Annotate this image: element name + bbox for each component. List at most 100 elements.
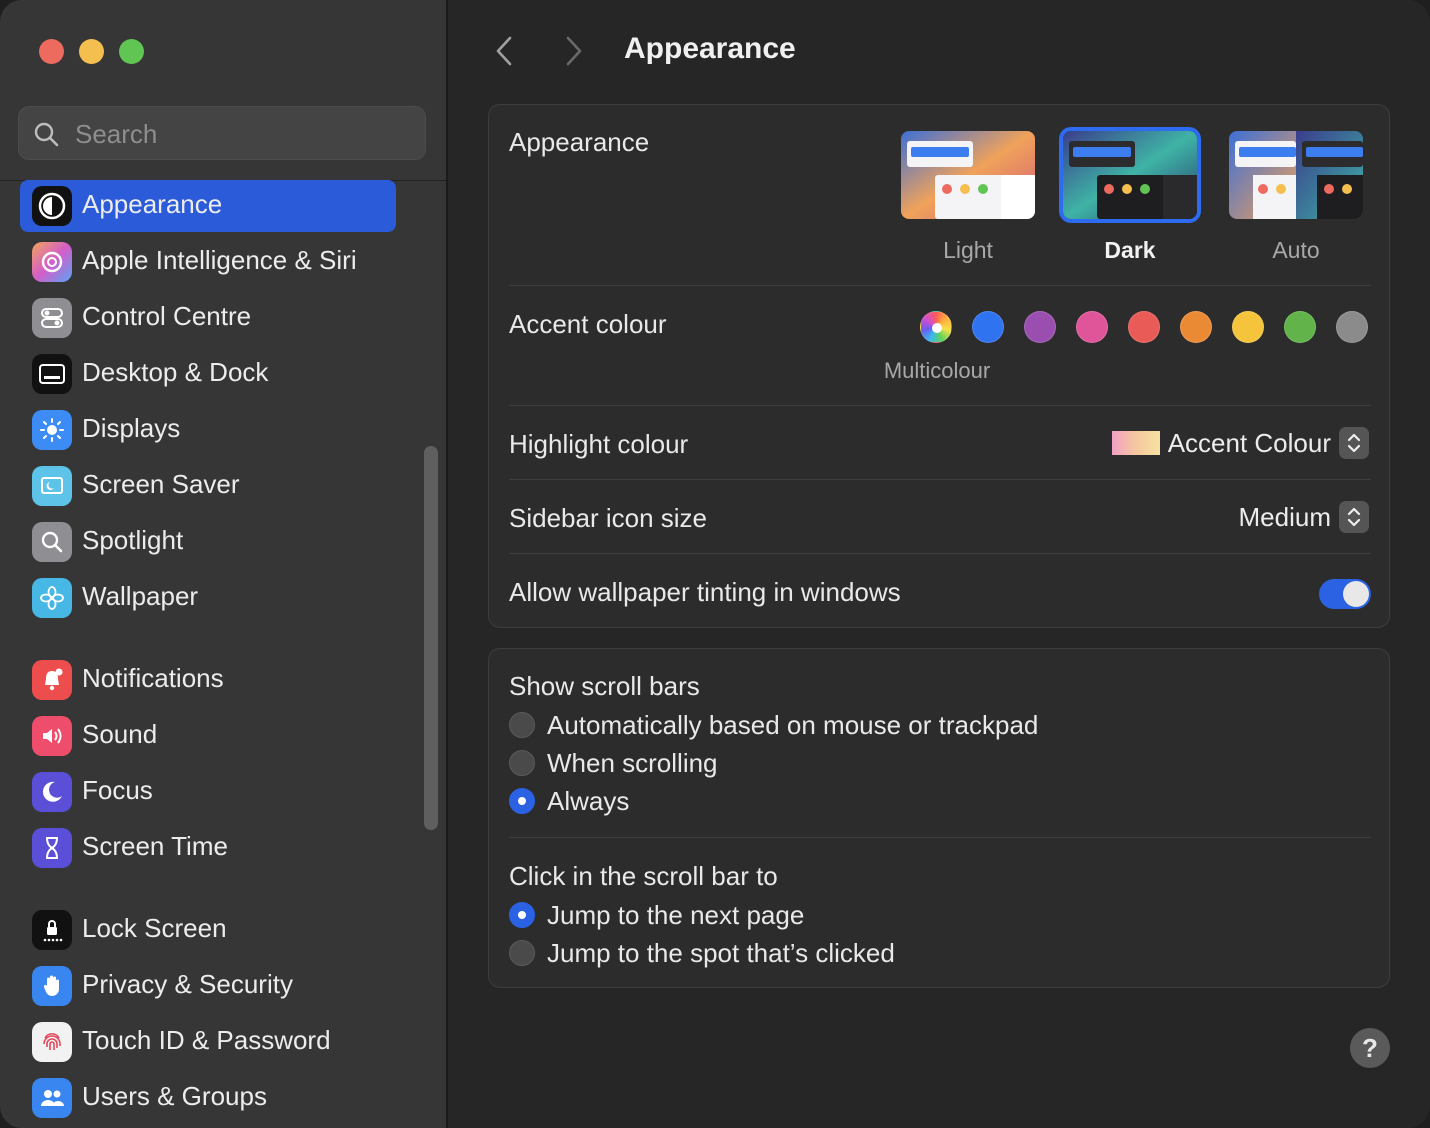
- sidebar-item-label: Notifications: [82, 663, 224, 693]
- mode-light-thumbnail[interactable]: [901, 131, 1035, 219]
- accent-swatch-graphite[interactable]: [1336, 311, 1368, 343]
- search-input[interactable]: [73, 115, 417, 153]
- sidebar-icon-size-popup[interactable]: Medium: [1239, 500, 1369, 534]
- users-icon: [32, 1078, 72, 1118]
- sidebar-item-sound[interactable]: Sound: [20, 710, 396, 762]
- sidebar-item-label: Screen Saver: [82, 469, 240, 499]
- updown-chevron-icon: [1339, 427, 1369, 459]
- highlight-colour-popup[interactable]: Accent Colour: [1111, 426, 1369, 460]
- sidebar-item-lock-screen[interactable]: Lock Screen: [20, 904, 396, 956]
- page-title: Appearance: [624, 32, 796, 65]
- radio-jump-to-spot[interactable]: [509, 940, 535, 966]
- sidebar-item-label: Users & Groups: [82, 1081, 267, 1111]
- sidebar-item-displays[interactable]: Displays: [20, 404, 396, 456]
- sidebar-item-label: Desktop & Dock: [82, 357, 269, 387]
- radio-automatically-label[interactable]: Automatically based on mouse or trackpad: [547, 710, 1038, 741]
- divider: [509, 405, 1371, 406]
- zoom-window-button[interactable]: [119, 39, 144, 64]
- radio-jump-to-spot-label[interactable]: Jump to the spot that’s clicked: [547, 938, 895, 969]
- radio-when-scrolling[interactable]: [509, 750, 535, 776]
- dock-icon: [32, 354, 72, 394]
- sidebar-item-touch-id[interactable]: Touch ID & Password: [20, 1016, 396, 1068]
- settings-window: Appearance Apple Intelligence & Siri Con…: [0, 0, 1430, 1128]
- sidebar-item-label: Touch ID & Password: [82, 1025, 331, 1055]
- accent-swatch-green[interactable]: [1284, 311, 1316, 343]
- highlight-colour-label: Highlight colour: [509, 429, 689, 459]
- sidebar-item-notifications[interactable]: Notifications: [20, 654, 396, 706]
- search-field[interactable]: [18, 106, 426, 160]
- appearance-label: Appearance: [509, 127, 650, 157]
- hand-icon: [32, 966, 72, 1006]
- accent-colour-caption: Multicolour: [883, 358, 991, 383]
- help-button[interactable]: ?: [1350, 1028, 1390, 1068]
- sidebar-scrollbar[interactable]: [424, 446, 438, 830]
- divider: [509, 285, 1371, 286]
- divider: [509, 479, 1371, 480]
- sidebar-item-appearance[interactable]: Appearance: [20, 180, 396, 232]
- toggle-knob: [1343, 581, 1369, 607]
- magnifier-icon: [32, 522, 72, 562]
- speaker-icon: [32, 716, 72, 756]
- mode-auto-label[interactable]: Auto: [1216, 237, 1376, 264]
- mode-dark-label[interactable]: Dark: [1050, 237, 1210, 264]
- wallpaper-tinting-toggle[interactable]: [1319, 579, 1371, 609]
- mode-auto-thumbnail[interactable]: [1229, 131, 1363, 219]
- screen-saver-icon: [32, 466, 72, 506]
- sidebar-icon-size-label: Sidebar icon size: [509, 503, 707, 533]
- forward-chevron-icon[interactable]: [562, 34, 586, 68]
- accent-swatch-multicolour[interactable]: [920, 311, 952, 343]
- radio-jump-next-page[interactable]: [509, 902, 535, 928]
- accent-swatch-purple[interactable]: [1024, 311, 1056, 343]
- radio-always[interactable]: [509, 788, 535, 814]
- radio-jump-next-page-label[interactable]: Jump to the next page: [547, 900, 804, 931]
- sidebar-icon-size-value: Medium: [1238, 501, 1331, 532]
- show-scroll-bars-label: Show scroll bars: [509, 671, 700, 701]
- bell-icon: [32, 660, 72, 700]
- click-scroll-bar-label: Click in the scroll bar to: [509, 861, 778, 891]
- fingerprint-icon: [32, 1022, 72, 1062]
- sidebar-item-focus[interactable]: Focus: [20, 766, 396, 818]
- sidebar-item-label: Apple Intelligence & Siri: [82, 245, 357, 275]
- sidebar-item-label: Sound: [82, 719, 158, 749]
- hourglass-icon: [32, 828, 72, 868]
- sidebar-item-users-groups[interactable]: Users & Groups: [20, 1072, 396, 1124]
- sidebar-item-privacy[interactable]: Privacy & Security: [20, 960, 396, 1012]
- accent-swatch-orange[interactable]: [1180, 311, 1212, 343]
- sidebar-item-label: Displays: [82, 413, 181, 443]
- selected-dot: [932, 323, 942, 333]
- accent-swatch-red[interactable]: [1128, 311, 1160, 343]
- sidebar-item-siri[interactable]: Apple Intelligence & Siri: [20, 236, 396, 288]
- updown-chevron-icon: [1339, 501, 1369, 533]
- sidebar-item-label: Privacy & Security: [82, 969, 293, 999]
- sidebar: Appearance Apple Intelligence & Siri Con…: [0, 0, 448, 1128]
- sidebar-item-label: Wallpaper: [82, 581, 199, 611]
- moon-icon: [32, 772, 72, 812]
- highlight-colour-value: Accent Colour: [1167, 427, 1331, 458]
- accent-swatch-pink[interactable]: [1076, 311, 1108, 343]
- sidebar-item-label: Control Centre: [82, 301, 252, 331]
- flower-icon: [32, 578, 72, 618]
- sidebar-item-label: Appearance: [82, 189, 223, 219]
- sun-icon: [32, 410, 72, 450]
- accent-swatch-yellow[interactable]: [1232, 311, 1264, 343]
- sidebar-item-screen-saver[interactable]: Screen Saver: [20, 460, 396, 512]
- minimize-window-button[interactable]: [79, 39, 104, 64]
- mode-light-label[interactable]: Light: [888, 237, 1048, 264]
- close-window-button[interactable]: [39, 39, 64, 64]
- divider: [509, 837, 1371, 838]
- appearance-icon: [32, 186, 72, 226]
- sidebar-item-control-centre[interactable]: Control Centre: [20, 292, 396, 344]
- radio-when-scrolling-label[interactable]: When scrolling: [547, 748, 718, 779]
- mode-dark-thumbnail[interactable]: [1063, 131, 1197, 219]
- sidebar-item-screen-time[interactable]: Screen Time: [20, 822, 396, 874]
- sidebar-item-spotlight[interactable]: Spotlight: [20, 516, 396, 568]
- back-chevron-icon[interactable]: [492, 34, 516, 68]
- control-centre-icon: [32, 298, 72, 338]
- wallpaper-tinting-label: Allow wallpaper tinting in windows: [509, 577, 901, 607]
- radio-automatically[interactable]: [509, 712, 535, 738]
- sidebar-item-desktop-dock[interactable]: Desktop & Dock: [20, 348, 396, 400]
- radio-always-label[interactable]: Always: [547, 786, 629, 817]
- sidebar-item-wallpaper[interactable]: Wallpaper: [20, 572, 396, 624]
- accent-swatch-blue[interactable]: [972, 311, 1004, 343]
- appearance-panel: Appearance Light Dark Auto Accent colour…: [488, 104, 1390, 628]
